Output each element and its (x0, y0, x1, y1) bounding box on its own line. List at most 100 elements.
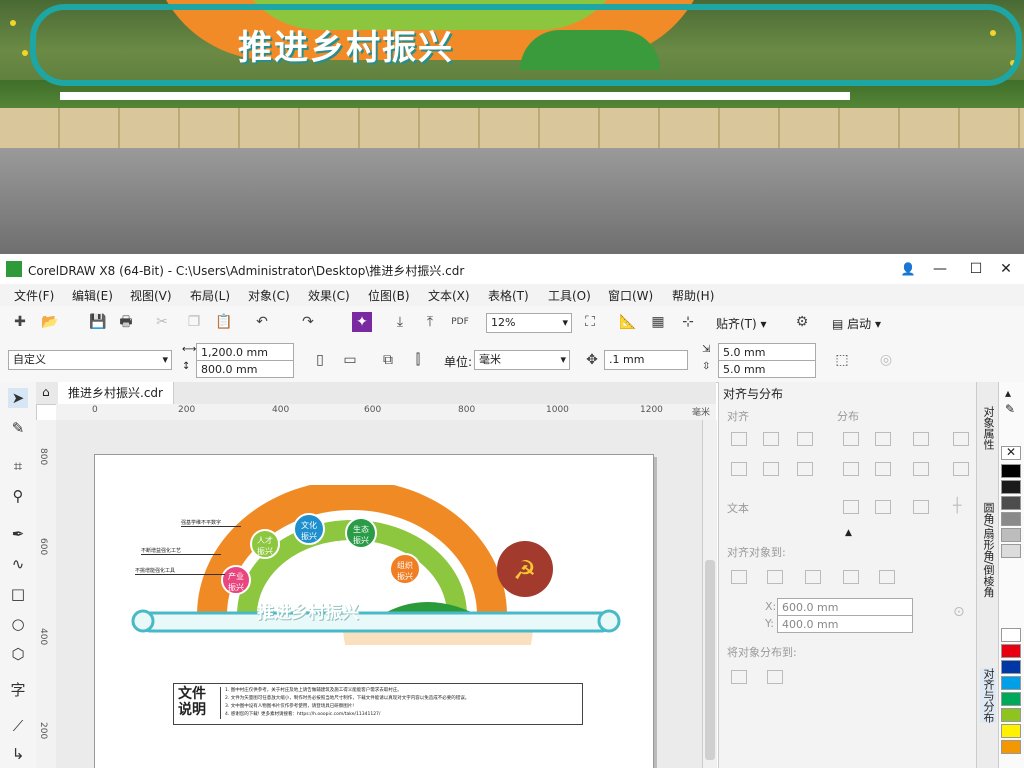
document-tab[interactable]: 推进乡村振兴.cdr (58, 382, 174, 404)
options-gear-icon[interactable]: ⚙ (792, 312, 812, 332)
menu-object[interactable]: 对象(C) (248, 287, 290, 304)
cut-icon[interactable]: ✂ (152, 312, 172, 332)
freehand-tool-icon[interactable]: ✒ (8, 524, 28, 544)
align-top-icon[interactable] (731, 462, 747, 476)
align-left-icon[interactable] (731, 432, 747, 446)
drawing-canvas[interactable]: ☭ 推进乡村振兴 产业 振兴 人才 振兴 文化 振兴 生态 振兴 组织 振兴 强基学维不平… (56, 420, 702, 768)
text-tool-icon[interactable]: 字 (8, 680, 28, 700)
shape-tool-icon[interactable]: ✎ (8, 418, 28, 438)
menu-bitmaps[interactable]: 位图(B) (368, 287, 410, 304)
paste-icon[interactable]: 📋 (214, 312, 234, 332)
text-first-line-baseline-icon[interactable] (843, 500, 859, 514)
color-swatch[interactable] (1001, 708, 1021, 722)
menu-window[interactable]: 窗口(W) (608, 287, 653, 304)
vertical-ruler[interactable]: 800 600 400 200 (36, 420, 57, 768)
launch-dropdown[interactable]: ▤ 启动 ▾ (832, 315, 881, 332)
duplicate-distance-x-input[interactable]: 5.0 mm (718, 343, 816, 361)
maximize-button[interactable]: ☐ (962, 258, 990, 280)
pick-tool-icon[interactable]: ➤ (8, 388, 28, 408)
full-screen-icon[interactable]: ⛶ (580, 312, 600, 332)
y-coordinate-input[interactable]: 400.0 mm (777, 615, 913, 633)
units-select[interactable]: 毫米 ▾ (474, 350, 570, 370)
snap-to-dropdown[interactable]: 贴齐(T) ▾ (716, 315, 767, 332)
close-button[interactable]: ✕ (992, 258, 1020, 280)
active-objects-icon[interactable] (731, 570, 747, 584)
color-swatch[interactable] (1001, 496, 1021, 510)
color-swatch[interactable] (1001, 644, 1021, 658)
text-bounding-box-icon[interactable] (913, 500, 929, 514)
horizontal-ruler[interactable]: 0 200 400 600 800 1000 1200 毫米 (56, 404, 716, 421)
menu-effects[interactable]: 效果(C) (308, 287, 350, 304)
artwork-signboard[interactable]: ☭ (125, 485, 635, 645)
align-center-h-icon[interactable] (763, 432, 779, 446)
polygon-tool-icon[interactable]: ⬡ (8, 644, 28, 664)
all-pages-icon[interactable]: ⧉ (378, 350, 398, 370)
specified-point-icon[interactable] (879, 570, 895, 584)
tab-align-distribute[interactable]: 对齐与分布 (980, 668, 996, 723)
treat-as-filled-icon[interactable]: ⬚ (832, 350, 852, 370)
color-swatch[interactable] (1001, 528, 1021, 542)
parallel-dimension-icon[interactable]: ⟋ (8, 716, 28, 736)
nudge-distance-input[interactable]: .1 mm (604, 350, 688, 370)
save-icon[interactable]: 💾 (88, 312, 108, 332)
menu-view[interactable]: 视图(V) (130, 287, 172, 304)
import-icon[interactable]: ⤓ (390, 312, 410, 332)
export-icon[interactable]: ⤒ (420, 312, 440, 332)
publish-pdf-icon[interactable]: PDF (450, 312, 470, 332)
menu-tools[interactable]: 工具(O) (548, 287, 591, 304)
show-guidelines-icon[interactable]: ⊹ (678, 312, 698, 332)
user-icon[interactable]: 👤 (894, 258, 922, 280)
undo-icon[interactable]: ↶ (252, 312, 272, 332)
color-swatch[interactable] (1001, 480, 1021, 494)
color-swatch[interactable] (1001, 660, 1021, 674)
vertical-scrollbar[interactable] (702, 420, 717, 768)
x-coordinate-input[interactable]: 600.0 mm (777, 598, 913, 616)
connector-tool-icon[interactable]: ↳ (8, 744, 28, 764)
duplicate-distance-y-input[interactable]: 5.0 mm (718, 360, 816, 378)
pick-point-icon[interactable]: ⊙ (953, 604, 965, 620)
color-swatch[interactable] (1001, 692, 1021, 706)
tab-fillet-scallop-chamfer[interactable]: 圆角/扇形角/倒棱角 (980, 502, 996, 597)
portrait-icon[interactable]: ▯ (310, 350, 330, 370)
distribute-right-icon[interactable] (953, 432, 969, 446)
collapse-icon[interactable]: ▲ (845, 528, 852, 538)
page-height-input[interactable]: 800.0 mm (196, 360, 294, 378)
eyedropper-icon[interactable]: ✎ (1005, 402, 1015, 416)
new-document-icon[interactable]: ✚ (10, 312, 30, 332)
menu-edit[interactable]: 编辑(E) (72, 287, 113, 304)
align-right-icon[interactable] (797, 432, 813, 446)
color-swatch[interactable] (1001, 724, 1021, 738)
page-size-select[interactable]: 自定义 ▾ (8, 350, 172, 370)
crop-tool-icon[interactable]: ⌗ (8, 456, 28, 476)
tab-object-properties[interactable]: 对象属性 (980, 406, 996, 450)
palette-menu-icon[interactable]: ▴ (1005, 386, 1011, 400)
menu-help[interactable]: 帮助(H) (672, 287, 714, 304)
color-swatch[interactable] (1001, 544, 1021, 558)
distribute-v-spacing-icon[interactable] (913, 462, 929, 476)
align-bottom-icon[interactable] (797, 462, 813, 476)
distribute-left-icon[interactable] (843, 432, 859, 446)
landscape-icon[interactable]: ▭ (340, 350, 360, 370)
copy-icon[interactable]: ❐ (184, 312, 204, 332)
page-width-input[interactable]: 1,200.0 mm (196, 343, 294, 361)
document-page[interactable]: ☭ 推进乡村振兴 产业 振兴 人才 振兴 文化 振兴 生态 振兴 组织 振兴 强基学维不平… (94, 454, 654, 768)
color-swatch[interactable] (1001, 464, 1021, 478)
show-grid-icon[interactable]: ▦ (648, 312, 668, 332)
distribute-center-icon[interactable] (875, 432, 891, 446)
distribute-middle-icon[interactable] (875, 462, 891, 476)
color-swatch[interactable] (1001, 628, 1021, 642)
artistic-media-icon[interactable]: ∿ (8, 554, 28, 574)
color-swatch[interactable] (1001, 512, 1021, 526)
minimize-button[interactable]: — (926, 258, 954, 280)
zoom-level-select[interactable]: 12% ▾ (486, 313, 572, 333)
distribute-top-icon[interactable] (843, 462, 859, 476)
grid-icon[interactable] (843, 570, 859, 584)
distribute-bottom-icon[interactable] (953, 462, 969, 476)
search-content-icon[interactable]: ✦ (352, 312, 372, 332)
page-center-icon[interactable] (805, 570, 821, 584)
zoom-tool-icon[interactable]: ⚲ (8, 486, 28, 506)
scrollbar-thumb[interactable] (705, 560, 715, 760)
distribute-selection-icon[interactable] (731, 670, 747, 684)
menu-text[interactable]: 文本(X) (428, 287, 470, 304)
menu-layout[interactable]: 布局(L) (190, 287, 230, 304)
